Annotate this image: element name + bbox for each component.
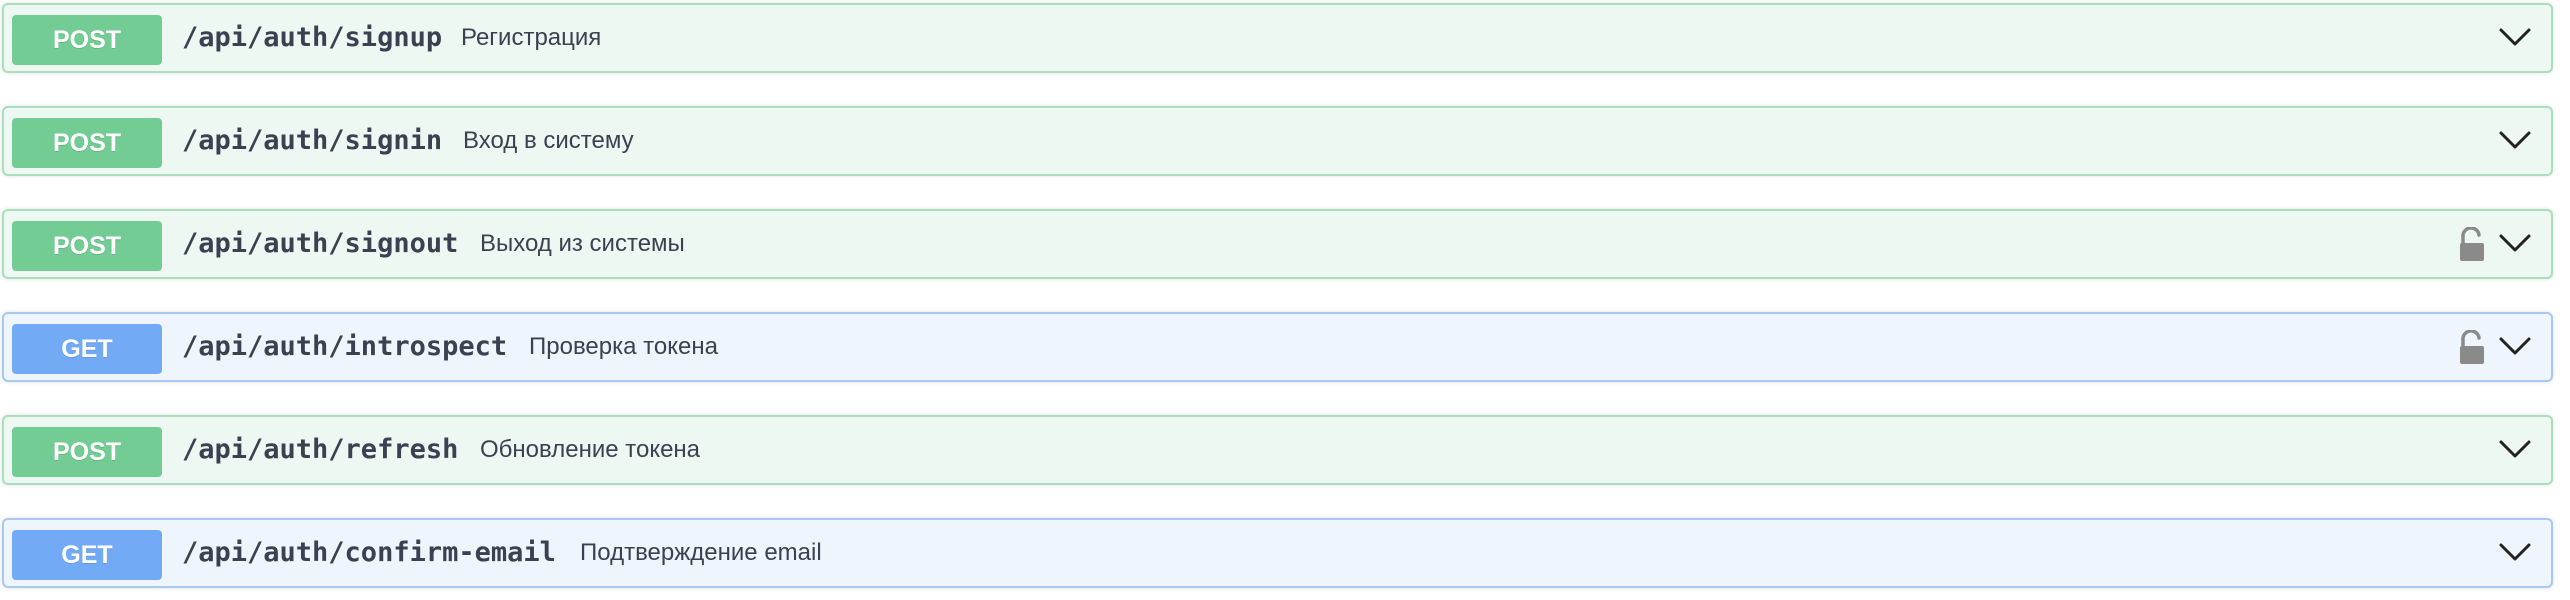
operation-summary: Обновление токена	[480, 436, 701, 463]
operation-summary: Регистрация	[461, 24, 602, 51]
operation-path: /api/auth/introspect	[182, 331, 508, 362]
chevron-down-icon[interactable]	[2497, 434, 2533, 464]
operation-path: /api/auth/refresh	[182, 434, 459, 465]
method-badge: POST	[12, 221, 162, 271]
operation-path: /api/auth/confirm-email	[182, 537, 556, 568]
method-badge: GET	[12, 530, 162, 580]
operation-path: /api/auth/signin	[182, 125, 443, 156]
method-badge: POST	[12, 427, 162, 477]
operation-path: /api/auth/signout	[182, 228, 459, 259]
method-badge: GET	[12, 324, 162, 374]
chevron-down-icon[interactable]	[2497, 537, 2533, 567]
operation-signup[interactable]: POST /api/auth/signup Регистрация	[2, 3, 2553, 73]
method-badge: POST	[12, 118, 162, 168]
operation-confirm-email[interactable]: GET /api/auth/confirm-email Подтверждени…	[2, 518, 2553, 588]
operation-signin[interactable]: POST /api/auth/signin Вход в систему	[2, 106, 2553, 176]
operation-signout[interactable]: POST /api/auth/signout Выход из системы	[2, 209, 2553, 279]
operation-summary: Вход в систему	[463, 127, 634, 154]
operation-summary: Выход из системы	[480, 230, 685, 257]
operation-summary: Подтверждение email	[580, 539, 822, 566]
chevron-down-icon[interactable]	[2497, 125, 2533, 155]
operation-summary: Проверка токена	[529, 333, 718, 360]
operation-path: /api/auth/signup	[182, 22, 443, 53]
method-badge: POST	[12, 15, 162, 65]
unlocked-padlock-icon[interactable]	[2455, 330, 2489, 366]
chevron-down-icon[interactable]	[2497, 331, 2533, 361]
operation-introspect[interactable]: GET /api/auth/introspect Проверка токена	[2, 312, 2553, 382]
operation-refresh[interactable]: POST /api/auth/refresh Обновление токена	[2, 415, 2553, 485]
chevron-down-icon[interactable]	[2497, 228, 2533, 258]
chevron-down-icon[interactable]	[2497, 22, 2533, 52]
unlocked-padlock-icon[interactable]	[2455, 227, 2489, 263]
